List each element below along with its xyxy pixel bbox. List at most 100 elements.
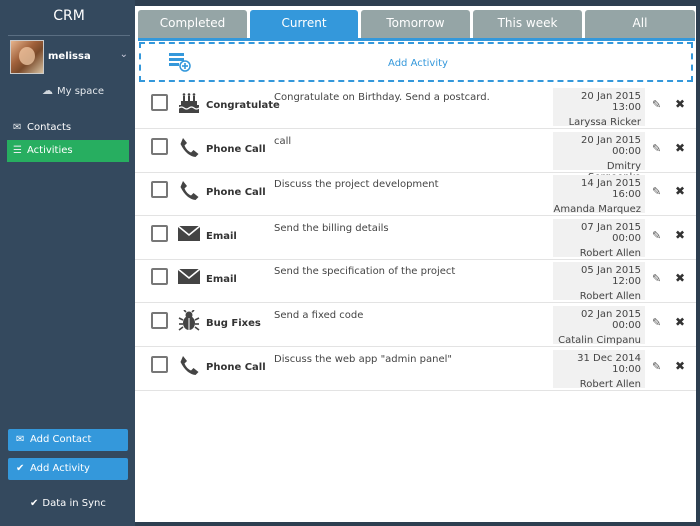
tab-completed[interactable]: Completed <box>138 10 247 38</box>
my-space-label: My space <box>57 86 105 97</box>
table-row: Bug Fixes Send a fixed code 02 Jan 2015 00… <box>135 304 696 347</box>
activity-type: Phone Call <box>206 361 266 373</box>
row-checkbox[interactable] <box>151 268 168 286</box>
user-name: melissa <box>48 51 91 62</box>
delete-icon[interactable]: ✖ <box>675 271 685 285</box>
check-icon: ✔ <box>30 498 39 509</box>
row-checkbox[interactable] <box>151 137 168 155</box>
edit-icon[interactable]: ✎ <box>652 98 661 111</box>
activity-date: 31 Dec 2014 10:00 <box>577 352 641 375</box>
activity-description[interactable]: Discuss the web app "admin panel" <box>274 354 452 365</box>
table-row: Email Send the specification of the proje… <box>135 260 696 304</box>
sidebar-item-activities[interactable]: ☰ Activities <box>7 140 129 162</box>
add-contact-button[interactable]: ✉ Add Contact <box>8 429 128 451</box>
phone-icon <box>177 354 201 378</box>
cloud-icon: ☁ <box>42 84 53 97</box>
phone-icon <box>177 179 201 203</box>
activity-contact[interactable]: Robert Allen <box>553 291 641 302</box>
delete-icon[interactable]: ✖ <box>675 228 685 242</box>
tabs: Completed Current Tomorrow This week All <box>138 10 695 38</box>
row-checkbox[interactable] <box>151 224 168 242</box>
activity-contact[interactable]: Amanda Marquez <box>553 204 641 215</box>
main-panel: Completed Current Tomorrow This week All… <box>135 6 696 522</box>
edit-icon[interactable]: ✎ <box>652 229 661 242</box>
add-contact-label: Add Contact <box>30 434 92 445</box>
activity-description[interactable]: Congratulate on Birthday. Send a postcar… <box>274 92 490 103</box>
tab-underline <box>138 38 695 41</box>
activity-contact[interactable]: Laryssa Ricker <box>553 117 641 128</box>
bug-icon <box>177 309 201 334</box>
activity-meta: 20 Jan 2015 13:00 Laryssa Ricker <box>553 88 645 128</box>
tab-all[interactable]: All <box>585 10 695 38</box>
edit-icon[interactable]: ✎ <box>652 360 661 373</box>
activity-date: 07 Jan 2015 00:00 <box>581 221 641 244</box>
activity-date: 20 Jan 2015 00:00 <box>581 134 641 157</box>
add-activity-button[interactable]: Add Activity <box>139 42 693 82</box>
table-row: Phone Call Discuss the web app "admin pan… <box>135 348 696 391</box>
activity-type: Phone Call <box>206 187 266 199</box>
my-space-link[interactable]: ☁ My space <box>42 84 104 97</box>
activity-meta: 31 Dec 2014 10:00 Robert Allen <box>553 349 645 390</box>
edit-icon[interactable]: ✎ <box>652 185 661 198</box>
activity-date: 02 Jan 2015 00:00 <box>581 309 641 331</box>
table-row: Congratulate Congratulate on Birthday. Se… <box>135 86 696 129</box>
add-activity-sidebar-button[interactable]: ✔ Add Activity <box>8 458 128 480</box>
activity-type: Phone Call <box>206 143 266 155</box>
edit-icon[interactable]: ✎ <box>652 272 661 285</box>
list-icon: ☰ <box>13 145 22 156</box>
add-activity-label: Add Activity <box>388 58 448 69</box>
activity-meta: 05 Jan 2015 12:00 Robert Allen <box>553 262 645 302</box>
mail-icon <box>177 223 201 247</box>
envelope-icon: ✉ <box>16 434 25 445</box>
activity-meta: 07 Jan 2015 00:00 Robert Allen <box>553 218 645 259</box>
user-menu[interactable]: melissa ⌄ <box>10 40 130 75</box>
app-title: CRM <box>8 8 130 36</box>
activity-description[interactable]: Send the specification of the project <box>274 266 455 277</box>
sidebar-item-label: Activities <box>27 145 73 156</box>
table-row: Phone Call Discuss the project developmen… <box>135 173 696 217</box>
activity-description[interactable]: call <box>274 136 291 147</box>
tab-this-week[interactable]: This week <box>473 10 582 38</box>
activity-meta: 20 Jan 2015 00:00Dmitry Sergeenko <box>553 131 645 183</box>
cake-icon <box>177 92 201 116</box>
row-checkbox[interactable] <box>151 355 168 373</box>
delete-icon[interactable]: ✖ <box>675 315 685 329</box>
activity-description[interactable]: Send a fixed code <box>274 310 363 321</box>
activity-contact[interactable]: Catalin Cimpanu <box>553 335 641 346</box>
add-activity-label: Add Activity <box>30 463 90 474</box>
sidebar-item-label: Contacts <box>27 122 72 133</box>
tab-current[interactable]: Current <box>250 10 358 38</box>
delete-icon[interactable]: ✖ <box>675 141 685 155</box>
activity-description[interactable]: Discuss the project development <box>274 179 439 190</box>
row-checkbox[interactable] <box>151 312 168 329</box>
activity-meta: 02 Jan 2015 00:00 Catalin Cimpanu <box>553 306 645 346</box>
sync-status: ✔ Data in Sync <box>30 498 106 509</box>
activity-date: 05 Jan 2015 12:00 <box>581 265 641 288</box>
edit-icon[interactable]: ✎ <box>652 142 661 155</box>
delete-icon[interactable]: ✖ <box>675 184 685 198</box>
activity-contact[interactable]: Robert Allen <box>553 248 641 259</box>
activity-date: 20 Jan 2015 13:00 <box>581 91 641 113</box>
activity-type: Bug Fixes <box>206 318 261 329</box>
delete-icon[interactable]: ✖ <box>675 97 685 111</box>
delete-icon[interactable]: ✖ <box>675 359 685 373</box>
activity-date: 14 Jan 2015 16:00 <box>581 178 641 201</box>
activity-description[interactable]: Send the billing details <box>274 223 389 234</box>
activity-type: Email <box>206 274 237 286</box>
activity-meta: 14 Jan 2015 16:00 Amanda Marquez <box>553 175 645 215</box>
row-checkbox[interactable] <box>151 181 168 199</box>
table-row: Email Send the billing details 07 Jan 2015… <box>135 217 696 260</box>
row-checkbox[interactable] <box>151 94 168 111</box>
sidebar-item-contacts[interactable]: ✉ Contacts <box>7 117 129 139</box>
edit-icon[interactable]: ✎ <box>652 316 661 329</box>
envelope-icon: ✉ <box>13 122 22 133</box>
avatar[interactable] <box>10 40 44 74</box>
activity-contact[interactable]: Robert Allen <box>553 379 641 390</box>
chevron-down-icon[interactable]: ⌄ <box>120 49 128 60</box>
sidebar: CRM melissa ⌄ ☁ My space ✉ Contacts ☰ Activ… <box>0 0 135 526</box>
sync-label: Data in Sync <box>42 498 106 509</box>
activity-type: Congratulate <box>206 100 280 111</box>
phone-icon <box>177 136 201 160</box>
tab-tomorrow[interactable]: Tomorrow <box>361 10 470 38</box>
check-icon: ✔ <box>16 463 25 474</box>
